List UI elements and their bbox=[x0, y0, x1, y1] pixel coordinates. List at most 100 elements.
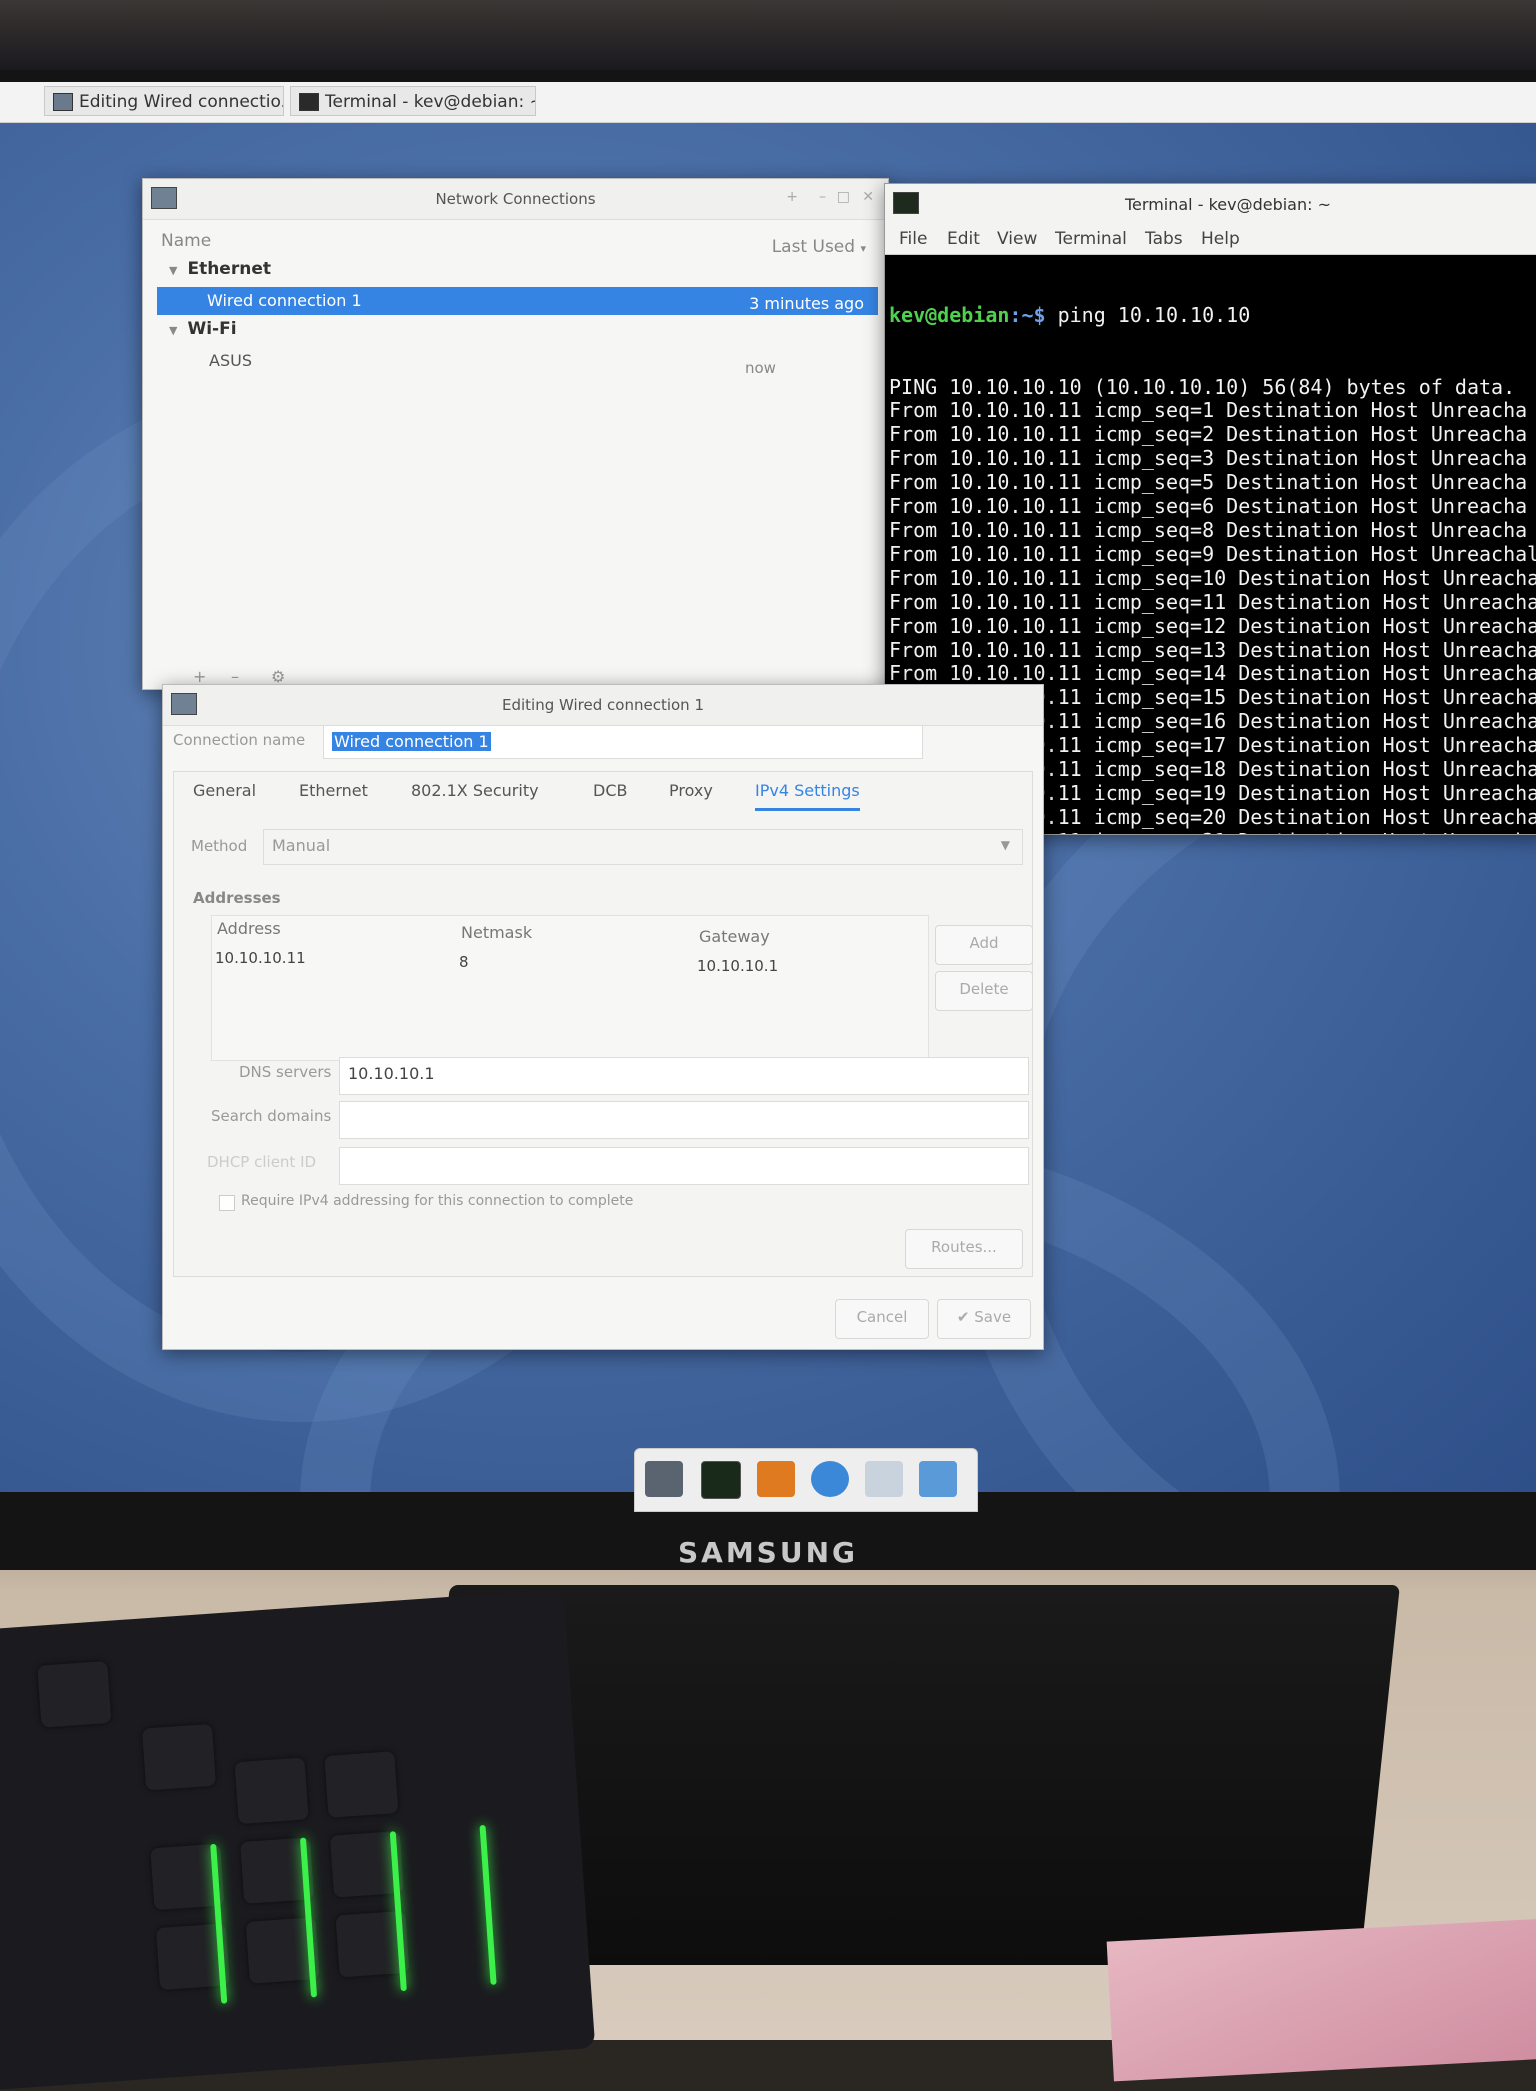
require-ipv4-label: Require IPv4 addressing for this connect… bbox=[241, 1193, 634, 1209]
keyboard-key bbox=[141, 1723, 217, 1791]
terminal-line: From 10.10.10.11 icmp_seq=11 Destination… bbox=[889, 589, 1536, 614]
tab-ethernet[interactable]: Ethernet bbox=[299, 781, 368, 800]
group-label: Ethernet bbox=[187, 259, 271, 279]
column-header-last-used[interactable]: Last Used ▾ bbox=[772, 237, 866, 257]
terminal-line: From 10.10.10.11 icmp_seq=12 Destination… bbox=[889, 613, 1536, 638]
connection-last-used: now bbox=[745, 359, 776, 377]
connection-name-field[interactable]: Wired connection 1 bbox=[323, 725, 923, 759]
gateway-cell[interactable]: 10.10.10.1 bbox=[697, 957, 778, 975]
window-title: Network Connections bbox=[435, 190, 596, 208]
search-icon[interactable] bbox=[865, 1461, 903, 1497]
column-header-address[interactable]: Address bbox=[217, 919, 281, 938]
tab-dcb[interactable]: DCB bbox=[593, 781, 627, 800]
method-value: Manual bbox=[272, 836, 331, 855]
menu-terminal[interactable]: Terminal bbox=[1055, 229, 1127, 249]
connection-last-used: 3 minutes ago bbox=[749, 294, 864, 313]
archive-icon[interactable] bbox=[757, 1461, 795, 1497]
address-cell[interactable]: 10.10.10.11 bbox=[215, 949, 306, 967]
minimize-button[interactable]: – bbox=[819, 189, 826, 205]
terminal-line: From 10.10.10.11 icmp_seq=5 Destination … bbox=[889, 470, 1528, 495]
menu-edit[interactable]: Edit bbox=[947, 229, 980, 249]
top-panel: Editing Wired connectio... Terminal - ke… bbox=[0, 82, 1536, 123]
taskbar-item-label: Editing Wired connectio... bbox=[79, 92, 284, 112]
maximize-button[interactable]: □ bbox=[837, 189, 850, 205]
search-domains-field[interactable] bbox=[339, 1101, 1029, 1139]
monitor-top-bezel bbox=[0, 0, 1536, 80]
tab-8021x-security[interactable]: 802.1X Security bbox=[411, 781, 539, 800]
group-label: Wi-Fi bbox=[187, 319, 237, 339]
terminal-line: From 10.10.10.11 icmp_seq=1 Destination … bbox=[889, 398, 1528, 423]
terminal-icon bbox=[893, 192, 919, 214]
dock bbox=[634, 1448, 978, 1512]
list-item-asus[interactable]: ASUS bbox=[209, 351, 252, 370]
connection-name-value: Wired connection 1 bbox=[332, 732, 491, 751]
group-wifi[interactable]: ▼ Wi-Fi bbox=[169, 319, 237, 339]
terminal-icon[interactable] bbox=[701, 1461, 741, 1499]
terminal-line: From 10.10.10.11 icmp_seq=6 Destination … bbox=[889, 494, 1528, 519]
terminal-line: From 10.10.10.11 icmp_seq=14 Destination… bbox=[889, 661, 1536, 686]
cancel-button[interactable]: Cancel bbox=[835, 1299, 929, 1339]
close-button[interactable]: ✕ bbox=[862, 189, 874, 205]
drive-icon[interactable] bbox=[645, 1461, 683, 1497]
dns-servers-label: DNS servers bbox=[239, 1063, 332, 1081]
netmask-cell[interactable]: 8 bbox=[459, 953, 469, 971]
network-connections-window: Network Connections + – □ ✕ Name Last Us… bbox=[142, 178, 889, 690]
chevron-down-icon: ▼ bbox=[1000, 838, 1010, 852]
column-header-label: Last Used bbox=[771, 237, 856, 257]
tab-ipv4-settings[interactable]: IPv4 Settings bbox=[755, 781, 860, 811]
keyboard bbox=[0, 1588, 596, 2091]
column-header-gateway[interactable]: Gateway bbox=[699, 927, 770, 946]
connection-name: Wired connection 1 bbox=[207, 291, 362, 310]
window-title: Terminal - kev@debian: ~ bbox=[1125, 195, 1331, 214]
addresses-table bbox=[211, 915, 929, 1061]
require-ipv4-checkbox[interactable] bbox=[219, 1195, 235, 1211]
method-select[interactable]: Manual ▼ bbox=[263, 829, 1023, 865]
delete-address-button[interactable]: Delete bbox=[935, 971, 1033, 1011]
tab-proxy[interactable]: Proxy bbox=[669, 781, 713, 800]
menu-help[interactable]: Help bbox=[1201, 229, 1240, 249]
terminal-line: From 10.10.10.11 icmp_seq=13 Destination… bbox=[889, 637, 1536, 662]
keyboard-key bbox=[37, 1660, 112, 1728]
column-header-netmask[interactable]: Netmask bbox=[461, 923, 532, 942]
dns-servers-field[interactable]: 10.10.10.1 bbox=[339, 1057, 1029, 1095]
folder-icon[interactable] bbox=[919, 1461, 957, 1497]
dhcp-client-id-field[interactable] bbox=[339, 1147, 1029, 1185]
add-address-button[interactable]: Add bbox=[935, 925, 1033, 965]
prompt-path: :~$ bbox=[1009, 302, 1046, 327]
connection-name-label: Connection name bbox=[173, 731, 306, 749]
save-button[interactable]: ✔ Save bbox=[937, 1299, 1031, 1339]
terminal-line: From 10.10.10.11 icmp_seq=2 Destination … bbox=[889, 422, 1528, 447]
browser-icon[interactable] bbox=[811, 1461, 849, 1497]
titlebar: Editing Wired connection 1 bbox=[163, 685, 1043, 726]
menu-view[interactable]: View bbox=[997, 229, 1037, 249]
taskbar-item-terminal[interactable]: Terminal - kev@debian: ~ bbox=[290, 86, 536, 116]
tab-general[interactable]: General bbox=[193, 781, 256, 800]
pink-object bbox=[1106, 1918, 1536, 2082]
terminal-menubar: File Edit View Terminal Tabs Help bbox=[885, 224, 1536, 255]
titlebar: Network Connections + – □ ✕ bbox=[143, 179, 888, 220]
terminal-line: From 10.10.10.11 icmp_seq=8 Destination … bbox=[889, 517, 1528, 542]
menu-tabs[interactable]: Tabs bbox=[1145, 229, 1183, 249]
terminal-line: From 10.10.10.11 icmp_seq=9 Destination … bbox=[889, 541, 1536, 566]
editing-connection-dialog: Editing Wired connection 1 Connection na… bbox=[162, 684, 1044, 1350]
taskbar-item-editing[interactable]: Editing Wired connectio... bbox=[44, 86, 284, 116]
column-header-name[interactable]: Name bbox=[161, 231, 211, 251]
titlebar: Terminal - kev@debian: ~ bbox=[885, 184, 1536, 225]
menu-file[interactable]: File bbox=[899, 229, 927, 249]
terminal-icon bbox=[299, 93, 319, 111]
pin-icon[interactable]: + bbox=[786, 189, 798, 205]
taskbar-item-label: Terminal - kev@debian: ~ bbox=[325, 92, 536, 112]
group-ethernet[interactable]: ▼ Ethernet bbox=[169, 259, 271, 279]
list-item-wired-connection-1[interactable]: Wired connection 1 3 minutes ago bbox=[157, 287, 878, 315]
terminal-command: ping 10.10.10.10 bbox=[1045, 302, 1251, 327]
expander-icon: ▼ bbox=[169, 324, 178, 337]
prompt-line: kev@debian:~$ ping 10.10.10.10 bbox=[889, 302, 1536, 328]
search-domains-label: Search domains bbox=[211, 1107, 332, 1125]
sort-down-icon: ▾ bbox=[860, 242, 866, 255]
dialog-title: Editing Wired connection 1 bbox=[502, 696, 704, 714]
expander-icon: ▼ bbox=[169, 264, 178, 277]
terminal-line: From 10.10.10.11 icmp_seq=3 Destination … bbox=[889, 446, 1528, 471]
routes-button[interactable]: Routes... bbox=[905, 1229, 1023, 1269]
prompt-user: kev@debian bbox=[889, 302, 1010, 327]
dhcp-client-id-label: DHCP client ID bbox=[207, 1153, 317, 1171]
